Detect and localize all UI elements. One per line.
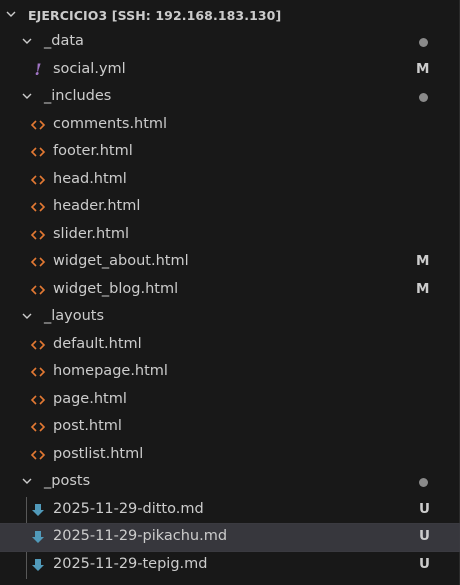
git-status-badge: U — [419, 528, 430, 544]
git-status-badge: M — [416, 253, 430, 269]
file-footer-html[interactable]: footer.html — [0, 139, 459, 166]
file-head-html[interactable]: head.html — [0, 167, 459, 194]
html-code-icon — [30, 392, 46, 408]
folder-label: _includes — [44, 88, 112, 104]
file-header-html[interactable]: header.html — [0, 194, 459, 221]
markdown-arrow-icon — [30, 557, 46, 573]
git-status-badge: U — [419, 556, 430, 572]
chevron-down-icon — [21, 90, 33, 106]
file-label: social.yml — [53, 61, 126, 77]
file-pikachu-md[interactable]: 2025-11-29-pikachu.md U — [0, 523, 460, 552]
file-comments-html[interactable]: comments.html — [0, 112, 459, 139]
file-label: footer.html — [53, 143, 133, 159]
folder-layouts[interactable]: _layouts — [0, 304, 459, 331]
folder-posts[interactable]: _posts — [0, 469, 459, 496]
file-widget-blog-html[interactable]: widget_blog.html M — [0, 277, 459, 304]
file-label: post.html — [53, 418, 122, 434]
file-label: head.html — [53, 171, 127, 187]
file-ditto-md[interactable]: 2025-11-29-ditto.md U — [0, 497, 459, 524]
workspace-title: EJERCICIO3 [SSH: 192.168.183.130] — [28, 8, 282, 23]
html-code-icon — [30, 447, 46, 463]
git-status-badge: M — [416, 281, 430, 297]
file-label: 2025-11-29-ditto.md — [53, 501, 204, 517]
modified-dot-indicator — [419, 38, 428, 47]
file-post-html[interactable]: post.html — [0, 414, 459, 441]
file-label: page.html — [53, 391, 127, 407]
file-homepage-html[interactable]: homepage.html — [0, 359, 459, 386]
git-status-badge: U — [419, 501, 430, 517]
git-status-badge: M — [416, 61, 430, 77]
file-postlist-html[interactable]: postlist.html — [0, 442, 459, 469]
html-code-icon — [30, 199, 46, 215]
html-code-icon — [30, 419, 46, 435]
modified-dot-indicator — [419, 93, 428, 102]
folder-includes[interactable]: _includes — [0, 84, 459, 111]
file-label: widget_about.html — [53, 253, 189, 269]
markdown-arrow-icon — [30, 529, 46, 545]
file-social-yml[interactable]: ! social.yml M — [0, 57, 459, 84]
markdown-arrow-icon — [30, 502, 46, 518]
file-label: homepage.html — [53, 363, 168, 379]
html-code-icon — [30, 172, 46, 188]
file-label: postlist.html — [53, 446, 144, 462]
html-code-icon — [30, 254, 46, 270]
file-widget-about-html[interactable]: widget_about.html M — [0, 249, 459, 276]
file-slider-html[interactable]: slider.html — [0, 222, 459, 249]
html-code-icon — [30, 227, 46, 243]
modified-dot-indicator — [419, 478, 428, 487]
chevron-down-icon — [21, 35, 33, 51]
file-default-html[interactable]: default.html — [0, 332, 459, 359]
file-page-html[interactable]: page.html — [0, 387, 459, 414]
file-tepig-md[interactable]: 2025-11-29-tepig.md U — [0, 552, 459, 579]
html-code-icon — [30, 282, 46, 298]
file-label: default.html — [53, 336, 142, 352]
html-code-icon — [30, 337, 46, 353]
file-label: 2025-11-29-pikachu.md — [53, 528, 228, 544]
yml-exclamation-icon: ! — [34, 60, 42, 79]
explorer-section-header[interactable]: EJERCICIO3 [SSH: 192.168.183.130] — [0, 0, 459, 30]
html-code-icon — [30, 144, 46, 160]
folder-label: _layouts — [44, 308, 105, 324]
folder-data[interactable]: _data — [0, 29, 459, 56]
html-code-icon — [30, 117, 46, 133]
file-label: comments.html — [53, 116, 168, 132]
chevron-down-icon — [21, 310, 33, 326]
explorer-panel: EJERCICIO3 [SSH: 192.168.183.130] _data … — [0, 0, 460, 585]
file-label: 2025-11-29-tepig.md — [53, 556, 208, 572]
file-label: widget_blog.html — [53, 281, 179, 297]
file-label: header.html — [53, 198, 141, 214]
chevron-down-icon — [21, 475, 33, 491]
chevron-down-icon — [5, 8, 17, 23]
html-code-icon — [30, 364, 46, 380]
folder-label: _posts — [44, 473, 91, 489]
file-label: slider.html — [53, 226, 130, 242]
folder-label: _data — [44, 33, 84, 49]
